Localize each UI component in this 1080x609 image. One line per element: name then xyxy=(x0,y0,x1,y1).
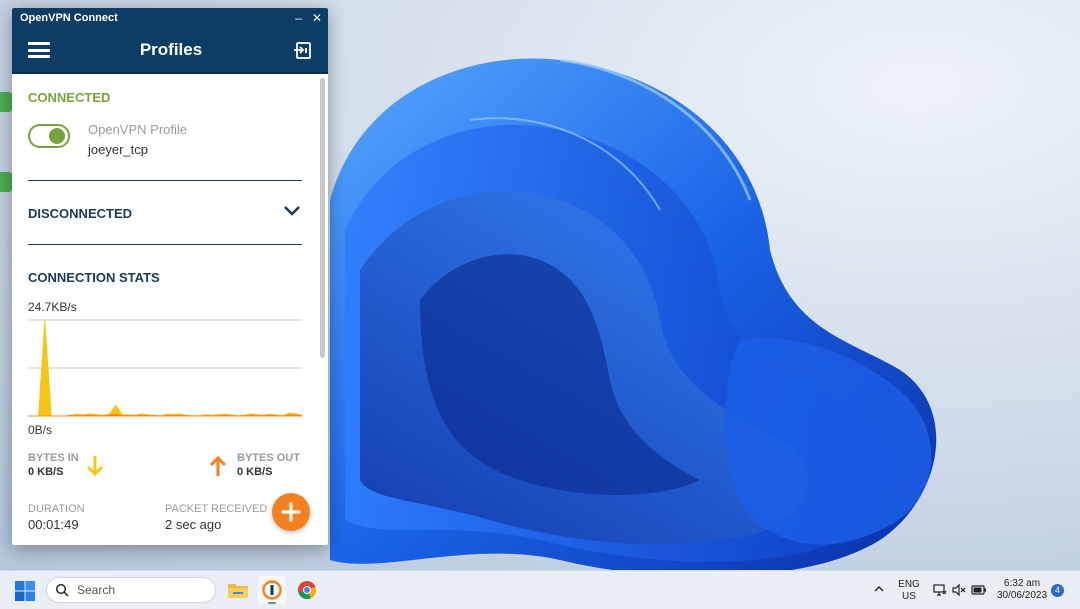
volume-muted-icon[interactable] xyxy=(952,583,966,597)
taskbar-search-box[interactable]: Search xyxy=(46,577,216,603)
chart-ymax-label: 24.7KB/s xyxy=(28,300,77,314)
toggle-knob xyxy=(49,128,65,144)
windows-start-icon[interactable] xyxy=(14,580,36,602)
throughput-chart xyxy=(28,319,302,417)
lang-top: ENG xyxy=(898,579,920,590)
clock-date: 30/06/2023 xyxy=(996,590,1048,601)
openvpn-connect-window: OpenVPN Connect – ✕ Profiles CONNECTED O… xyxy=(12,8,328,545)
profile-name[interactable]: joeyer_tcp xyxy=(88,142,148,157)
chart-ymin-label: 0B/s xyxy=(28,423,53,437)
duration-value: 00:01:49 xyxy=(28,517,79,532)
window-titlebar[interactable]: OpenVPN Connect – ✕ xyxy=(12,8,328,28)
arrow-down-icon xyxy=(86,456,104,477)
chevron-down-icon[interactable] xyxy=(282,204,302,218)
language-indicator[interactable]: ENG US xyxy=(896,579,922,603)
clock-time: 6:32 am xyxy=(1003,578,1041,589)
connected-section-label: CONNECTED xyxy=(28,90,111,105)
import-profile-icon[interactable] xyxy=(292,39,314,61)
arrow-up-icon xyxy=(209,455,227,476)
scrollbar[interactable] xyxy=(320,78,325,358)
duration-label: DURATION xyxy=(28,503,85,515)
openvpn-connect-icon[interactable] xyxy=(258,576,286,604)
taskbar: Search ENG US 6:32 am 30/06/2023 4 xyxy=(0,570,1080,609)
page-title: Profiles xyxy=(139,40,203,59)
search-icon xyxy=(55,583,69,597)
profile-type: OpenVPN Profile xyxy=(88,122,187,137)
bytes-out-value: 0 KB/S xyxy=(237,466,273,478)
plus-icon xyxy=(281,502,301,522)
network-icon[interactable] xyxy=(933,583,947,597)
close-button[interactable]: ✕ xyxy=(312,12,322,24)
divider xyxy=(28,244,302,245)
search-placeholder: Search xyxy=(77,583,116,597)
app-header: Profiles xyxy=(12,28,328,74)
connection-toggle[interactable] xyxy=(28,124,70,148)
packet-received-label: PACKET RECEIVED xyxy=(165,503,268,515)
chrome-icon[interactable] xyxy=(293,576,321,604)
connection-stats-label: CONNECTION STATS xyxy=(28,270,160,285)
add-profile-button[interactable] xyxy=(272,493,310,531)
packet-received-value: 2 sec ago xyxy=(165,517,222,532)
clock[interactable]: 6:32 am 30/06/2023 xyxy=(993,578,1051,602)
profiles-content: CONNECTED OpenVPN Profile joeyer_tcp DIS… xyxy=(12,74,328,545)
battery-icon[interactable] xyxy=(971,583,987,597)
minimize-button[interactable]: – xyxy=(295,12,302,24)
divider xyxy=(28,180,302,181)
lang-bottom: US xyxy=(902,591,916,602)
window-title: OpenVPN Connect xyxy=(20,12,118,24)
bytes-in-value: 0 KB/S xyxy=(28,466,64,478)
bytes-out-label: BYTES OUT xyxy=(237,452,300,464)
bytes-in-label: BYTES IN xyxy=(28,452,79,464)
disconnected-section-label[interactable]: DISCONNECTED xyxy=(28,206,132,221)
file-explorer-icon[interactable] xyxy=(224,576,252,604)
hamburger-icon[interactable] xyxy=(28,42,50,58)
notification-badge[interactable]: 4 xyxy=(1051,584,1064,597)
chevron-up-icon[interactable] xyxy=(873,583,885,595)
